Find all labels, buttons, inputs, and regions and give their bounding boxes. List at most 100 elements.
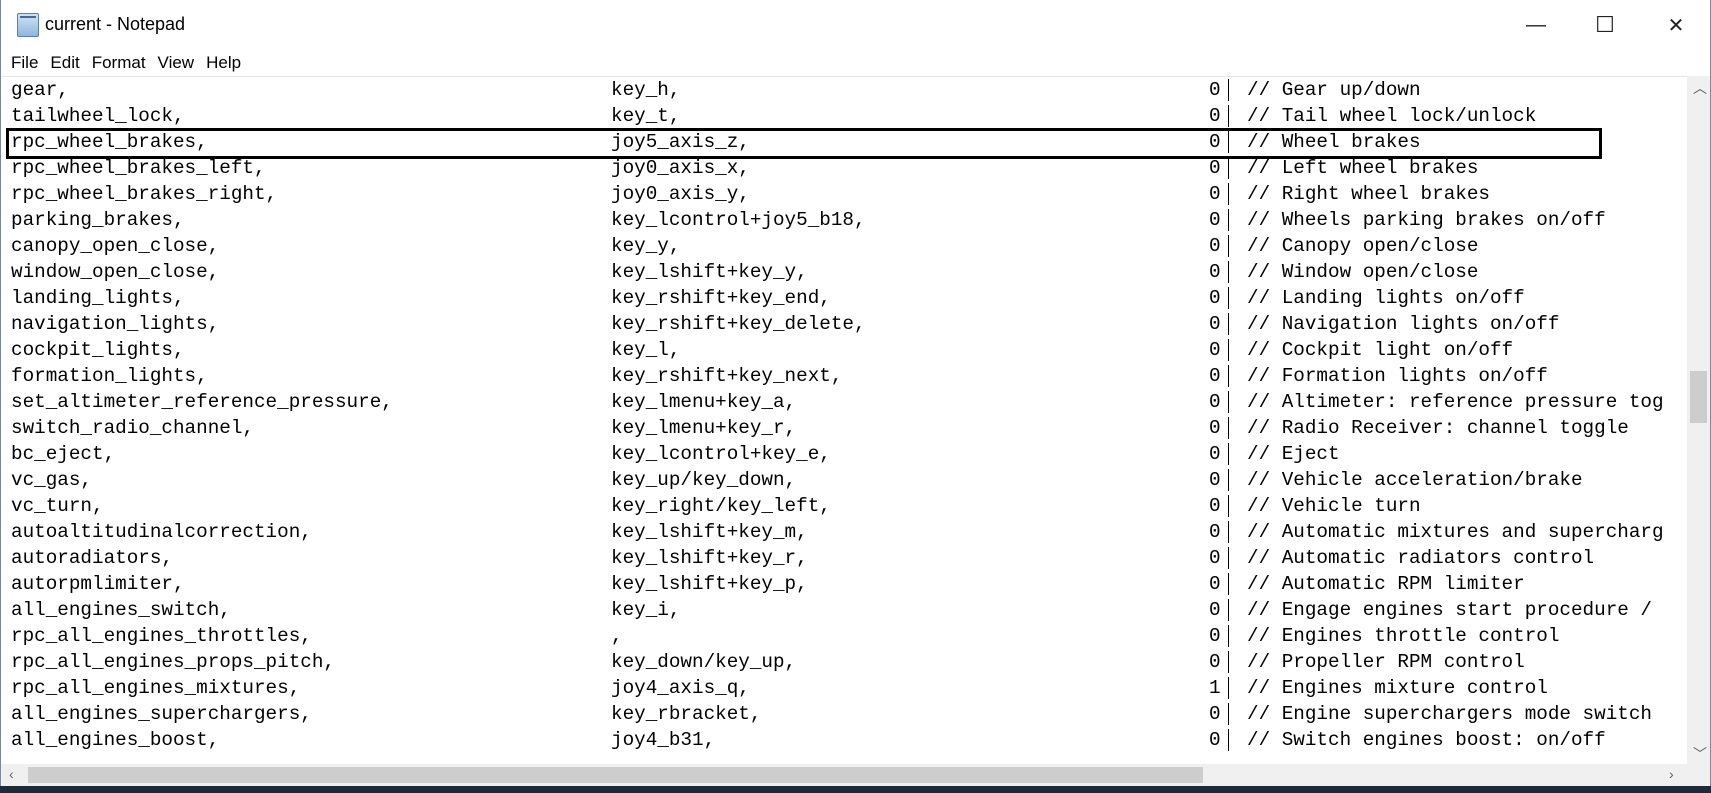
flag-value: 0 — [1209, 105, 1221, 127]
vertical-scrollbar[interactable]: ︿ ﹀ — [1687, 76, 1710, 764]
horizontal-scrollbar[interactable]: ‹ › — [1, 764, 1687, 786]
maximize-button[interactable]: ☐ — [1582, 10, 1628, 40]
flag-value: 0 — [1209, 729, 1221, 751]
comment-text: // Window open/close — [1247, 261, 1479, 283]
column-separator — [1228, 469, 1229, 491]
taskbar — [0, 786, 1711, 793]
menu-format[interactable]: Format — [86, 50, 152, 75]
title-bar: current - Notepad — ☐ ✕ — [1, 0, 1710, 50]
column-separator — [1228, 287, 1229, 309]
comment-text: // Radio Receiver: channel toggle — [1247, 417, 1629, 439]
text-line: set_altimeter_reference_pressure, key_lme… — [1, 389, 1687, 415]
action-text: rpc_all_engines_props_pitch, — [11, 651, 335, 673]
column-separator — [1228, 625, 1229, 647]
flag-value: 0 — [1209, 209, 1221, 231]
notepad-icon — [17, 13, 39, 37]
text-line: navigation_lights, key_rshift+key_delete,… — [1, 311, 1687, 337]
minimize-button[interactable]: — — [1513, 10, 1559, 40]
key-binding-text: key_lcontrol+key_e, — [611, 443, 831, 465]
action-text: switch_radio_channel, — [11, 417, 254, 439]
column-separator — [1228, 443, 1229, 465]
flag-value: 0 — [1209, 131, 1221, 153]
text-line: rpc_wheel_brakes_right, joy0_axis_y, 0 // R… — [1, 181, 1687, 207]
menu-help[interactable]: Help — [200, 50, 247, 75]
text-line: all_engines_superchargers, key_rbracket, 0… — [1, 701, 1687, 727]
menu-view[interactable]: View — [152, 50, 201, 75]
comment-text: // Vehicle acceleration/brake — [1247, 469, 1583, 491]
text-line: tailwheel_lock, key_t, 0 // Tail wheel lock… — [1, 103, 1687, 129]
close-button[interactable]: ✕ — [1653, 10, 1699, 40]
text-editor[interactable]: all_engines_boost, joy4_b31, 0 // Switch en… — [1, 76, 1687, 765]
text-line: parking_brakes, key_lcontrol+joy5_b18, 0 //… — [1, 207, 1687, 233]
flag-value: 0 — [1209, 313, 1221, 335]
column-separator — [1228, 105, 1229, 127]
column-separator — [1228, 573, 1229, 595]
text-line: rpc_all_engines_props_pitch, key_down/key… — [1, 649, 1687, 675]
comment-text: // Cockpit light on/off — [1247, 339, 1514, 361]
text-line: formation_lights, key_rshift+key_next, 0 //… — [1, 363, 1687, 389]
action-text: tailwheel_lock, — [11, 105, 185, 127]
flag-value: 0 — [1209, 339, 1221, 361]
key-binding-text: joy0_axis_y, — [611, 183, 750, 205]
window-title: current - Notepad — [45, 14, 186, 34]
scroll-up-icon[interactable]: ︿ — [1693, 78, 1707, 98]
key-binding-text: key_i, — [611, 599, 681, 621]
action-text: cockpit_lights, — [11, 339, 185, 361]
text-line: switch_radio_channel, key_lmenu+key_r, 0 //… — [1, 415, 1687, 441]
flag-value: 0 — [1209, 365, 1221, 387]
flag-value: 0 — [1209, 703, 1221, 725]
column-separator — [1228, 729, 1229, 751]
key-binding-text: key_rshift+key_next, — [611, 365, 843, 387]
comment-text: // Automatic RPM limiter — [1247, 573, 1525, 595]
comment-text: // Automatic radiators control — [1247, 547, 1595, 569]
key-binding-text: , — [611, 625, 623, 647]
text-line: autoradiators, key_lshift+key_r, 0 // Autom… — [1, 545, 1687, 571]
text-line: autoaltitudinalcorrection, key_lshift+key… — [1, 519, 1687, 545]
scroll-down-icon[interactable]: ﹀ — [1693, 744, 1707, 764]
comment-text: // Automatic mixtures and supercharg — [1247, 521, 1664, 543]
flag-value: 0 — [1209, 599, 1221, 621]
flag-value: 0 — [1209, 235, 1221, 257]
key-binding-text: key_lshift+key_r, — [611, 547, 808, 569]
flag-value: 0 — [1209, 573, 1221, 595]
comment-text: // Eject — [1247, 443, 1340, 465]
comment-text: // Altimeter: reference pressure tog — [1247, 391, 1664, 413]
flag-value: 0 — [1209, 443, 1221, 465]
menu-edit[interactable]: Edit — [44, 50, 85, 75]
comment-text: // Left wheel brakes — [1247, 157, 1479, 179]
comment-text: // Engines mixture control — [1247, 677, 1548, 699]
comment-text: // Engines throttle control — [1247, 625, 1560, 647]
column-separator — [1228, 521, 1229, 543]
key-binding-text: joy0_axis_x, — [611, 157, 750, 179]
key-binding-text: key_right/key_left, — [611, 495, 831, 517]
flag-value: 0 — [1209, 651, 1221, 673]
action-text: formation_lights, — [11, 365, 208, 387]
flag-value: 0 — [1209, 625, 1221, 647]
menu-file[interactable]: File — [1, 50, 44, 75]
column-separator — [1228, 703, 1229, 725]
vertical-scroll-thumb[interactable] — [1690, 371, 1707, 423]
action-text: parking_brakes, — [11, 209, 185, 231]
comment-text: // Navigation lights on/off — [1247, 313, 1560, 335]
action-text: gear, — [11, 79, 69, 101]
text-line: gear, key_h, 0 // Gear up/down — [1, 77, 1687, 103]
scroll-left-icon[interactable]: ‹ — [9, 766, 14, 782]
key-binding-text: key_lshift+key_y, — [611, 261, 808, 283]
key-binding-text: key_down/key_up, — [611, 651, 797, 673]
flag-value: 0 — [1209, 183, 1221, 205]
action-text: rpc_wheel_brakes_left, — [11, 157, 266, 179]
notepad-window: current - Notepad — ☐ ✕ File Edit Format… — [0, 0, 1711, 787]
column-separator — [1228, 339, 1229, 361]
key-binding-text: key_h, — [611, 79, 681, 101]
resize-grip[interactable] — [1687, 764, 1710, 786]
column-separator — [1228, 313, 1229, 335]
horizontal-scroll-thumb[interactable] — [28, 767, 1203, 783]
flag-value: 0 — [1209, 287, 1221, 309]
text-line: rpc_wheel_brakes, joy5_axis_z, 0 // Wheel b… — [1, 129, 1687, 155]
comment-text: // Right wheel brakes — [1247, 183, 1490, 205]
key-binding-text: joy5_axis_z, — [611, 131, 750, 153]
key-binding-text: key_lcontrol+joy5_b18, — [611, 209, 866, 231]
column-separator — [1228, 495, 1229, 517]
action-text: vc_gas, — [11, 469, 92, 491]
scroll-right-icon[interactable]: › — [1669, 766, 1674, 782]
